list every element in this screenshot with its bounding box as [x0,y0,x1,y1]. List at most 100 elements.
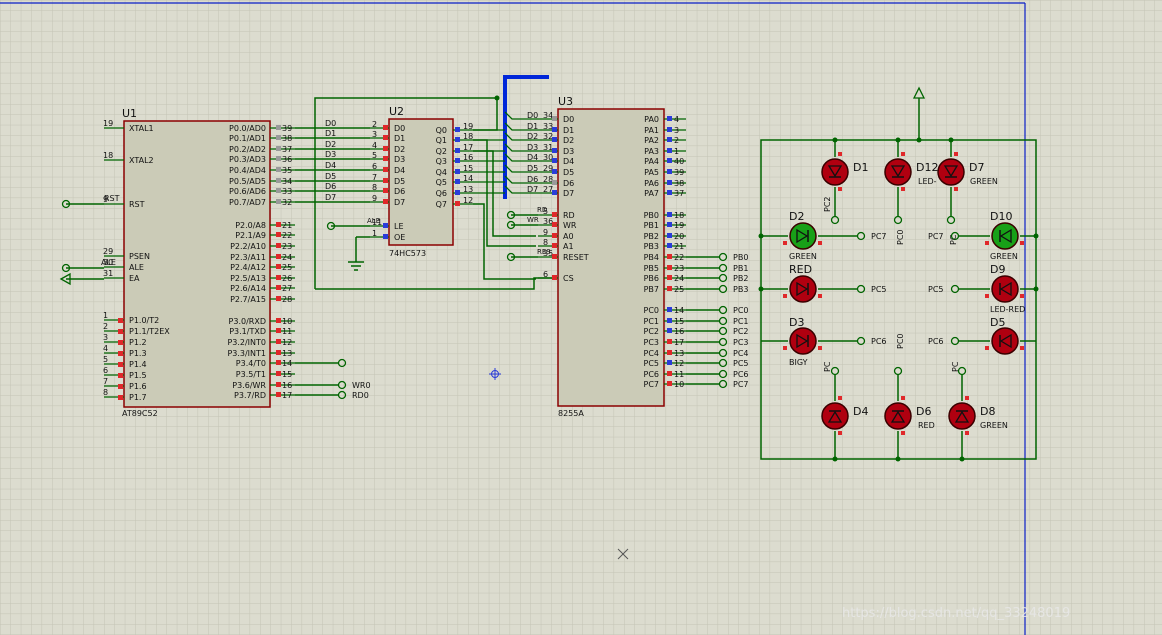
u2-pin-number: 6 [372,162,377,171]
u1-pin-number: 12 [282,338,292,347]
u1-pin-state [276,371,281,376]
u3-pin-name: PB2 [644,232,659,241]
u1-pin-state [118,362,123,367]
u1-pin-state [276,254,281,259]
u3-pin-state [552,137,557,142]
u3-pin-number: 19 [674,221,684,230]
u3-pin-number: 2 [674,136,679,145]
u3-pin-number: 29 [543,164,553,173]
u2-part: 74HC573 [389,249,426,258]
u1-pin-name: P1.3 [129,349,147,358]
u3-pin-number: 37 [674,189,684,198]
u1-pin-name: EA [129,274,140,283]
u1-pin-name: P0.4/AD4 [229,166,266,175]
u1-pin-state [118,318,123,323]
u3-pin-state [667,371,672,376]
u1-pin-number: 13 [282,349,292,358]
u2-pin-name: Q1 [436,136,447,145]
u3-pin-state [552,254,557,259]
u3-pin-name: PC5 [644,359,660,368]
u1-pin-name: P1.6 [129,382,147,391]
u3-pin-number: 33 [543,122,553,131]
u3-ref: U3 [558,95,573,108]
u2-pin-state [383,178,388,183]
u2-pin-state [383,146,388,151]
u3-pin-name: PA3 [644,147,659,156]
watermark: https://blog.csdn.net/qq_33248019 [842,606,1070,621]
led-net-label: PC [823,361,832,372]
u3-pin-number: 24 [674,274,684,283]
u2-pin-state [455,148,460,153]
u1-pin-name: P1.7 [129,393,147,402]
pb-net-label: PB2 [733,274,748,283]
u2-pin-name: D0 [394,124,405,133]
u2-pin-name: Q3 [436,157,447,166]
u1-pin-number: 29 [103,247,113,256]
u3-rd-label: RD [537,206,547,214]
u3-pin-number: 40 [674,157,684,166]
u1-pin-name: P2.7/A15 [230,295,266,304]
pb-net-label: PB0 [733,253,748,262]
u1-pin-state [276,199,281,204]
u3-bus-label: D6 [527,175,538,184]
led-pin-state [901,396,905,400]
u1-pin-number: 16 [282,381,292,390]
u3-pin-number: 27 [543,185,553,194]
schematic-canvas[interactable]: U1 AT89C52 19XTAL118XTAL29RST29PSEN30ALE… [0,0,1162,635]
u2-ref: U2 [389,105,404,118]
led-pin-state [1020,346,1024,350]
u2-pin-number: 9 [372,194,377,203]
u3-pin-name: A1 [563,242,574,251]
u1-u2-bus-label: D0 [325,119,336,128]
u1-pin-state [276,222,281,227]
u2-pin-name: Q7 [436,200,447,209]
u2-pin-number: 19 [463,122,473,131]
u3-pin-name: D6 [563,179,574,188]
led-ref: D3 [789,316,804,329]
u1-at89c52-chip[interactable]: U1 AT89C52 19XTAL118XTAL29RST29PSEN30ALE… [103,107,295,418]
u3-pin-name: PA4 [644,157,659,166]
u1-pin-state [276,328,281,333]
u1-pin-state [276,275,281,280]
u3-pin-state [552,169,557,174]
u3-pin-state [667,190,672,195]
u1-pin-name: P1.4 [129,360,147,369]
u2-pin-state [455,137,460,142]
u1-pin-name: P3.2/INT0 [227,338,266,347]
u3-pin-number: 39 [674,168,684,177]
u1-pin-name: P3.7/RD [234,391,266,400]
u3-pin-state [667,127,672,132]
u3-pin-name: PC3 [644,338,660,347]
u1-pin-state [276,188,281,193]
u3-bus-label: D1 [527,122,538,131]
u2-pin-number: 1 [372,229,377,238]
u1-pin-number: 33 [282,187,292,196]
u3-pin-name: PC4 [644,349,660,358]
pb-net-label: PB3 [733,285,748,294]
u2-pin-state [383,125,388,130]
u1-pin-name: P3.4/T0 [236,359,266,368]
u3-pin-number: 31 [543,143,553,152]
u3-pin-name: RD [563,211,575,220]
u2-pin-name: D4 [394,166,405,175]
u1-pin-number: 28 [282,295,292,304]
u2-pin-number: 4 [372,141,377,150]
led-pin-state [901,152,905,156]
u3-pin-state [667,275,672,280]
u3-8255a-chip[interactable]: U3 8255A 34 D033 D132 D231 D330 D429 D528 D627 D… [538,95,686,418]
u1-pin-state [276,392,281,397]
u1-pin-name: P0.6/AD6 [229,187,266,196]
pc-net-label: PC6 [733,370,749,379]
u1-pin-state [276,135,281,140]
led-body [884,402,912,430]
u1-pin-number: 14 [282,359,292,368]
u2-pin-number: 2 [372,120,377,129]
u3-pin-number: 38 [674,179,684,188]
u1-pin-state [276,296,281,301]
u3-pin-name: D5 [563,168,574,177]
led-net-label: PC [949,234,958,245]
u1-pin-state [118,340,123,345]
led-pin-state [838,152,842,156]
u3-pin-state [667,222,672,227]
u3-pin-name: PC6 [644,370,660,379]
